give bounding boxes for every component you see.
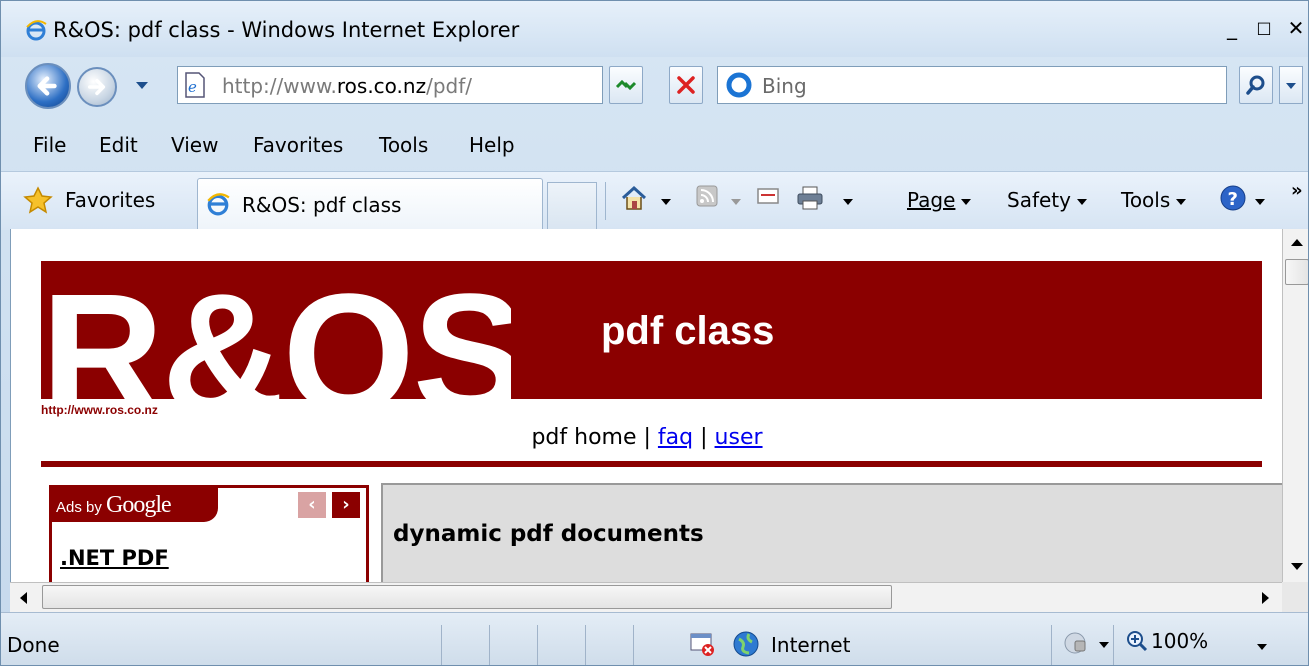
navigation-bar: e http://www.ros.co.nz/pdf/ bbox=[1, 57, 1308, 119]
close-button[interactable]: ✕ bbox=[1282, 14, 1308, 42]
home-dropdown[interactable] bbox=[655, 188, 671, 212]
stop-icon bbox=[677, 76, 695, 94]
print-dropdown[interactable] bbox=[837, 188, 853, 212]
help-dropdown[interactable] bbox=[1249, 188, 1265, 212]
ie-window: R&OS: pdf class - Windows Internet Explo… bbox=[0, 0, 1309, 666]
svg-text:e: e bbox=[188, 78, 197, 96]
logo-url-text: http://www.ros.co.nz bbox=[41, 403, 158, 417]
command-separator bbox=[605, 182, 606, 220]
site-subnav: pdf home | faq | user bbox=[531, 425, 763, 450]
search-input[interactable] bbox=[760, 70, 1204, 102]
main-heading: dynamic pdf documents bbox=[393, 521, 704, 547]
vertical-scrollbar[interactable] bbox=[1282, 229, 1308, 582]
subnav-faq-link[interactable]: faq bbox=[658, 425, 693, 450]
command-overflow-button[interactable]: » bbox=[1291, 180, 1303, 201]
horizontal-scrollbar[interactable] bbox=[10, 582, 1282, 613]
safety-menu-button[interactable]: Safety bbox=[1007, 188, 1087, 212]
scrollbar-corner bbox=[1282, 582, 1308, 612]
forward-button[interactable] bbox=[77, 67, 117, 107]
status-panel bbox=[441, 625, 487, 665]
zoom-icon[interactable] bbox=[1125, 629, 1149, 653]
ads-header: Ads by Google bbox=[52, 488, 218, 522]
vertical-scroll-thumb[interactable] bbox=[1285, 259, 1308, 285]
favorites-bar: Favorites R&OS: pdf class Page Safety To… bbox=[1, 171, 1308, 230]
zoom-level[interactable]: 100% bbox=[1151, 629, 1208, 653]
maximize-button[interactable]: □ bbox=[1250, 14, 1278, 42]
status-bar: Done Internet 100% bbox=[1, 612, 1308, 665]
search-box[interactable] bbox=[717, 66, 1227, 104]
stop-button[interactable] bbox=[669, 66, 703, 104]
feeds-dropdown[interactable] bbox=[725, 188, 741, 212]
new-tab-button[interactable] bbox=[547, 182, 597, 230]
refresh-button[interactable] bbox=[609, 66, 643, 104]
address-bar[interactable]: e http://www.ros.co.nz/pdf/ bbox=[177, 66, 767, 104]
print-icon[interactable] bbox=[795, 184, 825, 212]
page-viewport: R&OS http://www.ros.co.nz pdf class pdf … bbox=[10, 229, 1283, 582]
scroll-up-arrow[interactable] bbox=[1291, 239, 1303, 246]
scroll-down-arrow[interactable] bbox=[1291, 563, 1303, 570]
back-button[interactable] bbox=[25, 63, 71, 109]
search-options-dropdown[interactable] bbox=[1279, 66, 1303, 104]
ie-logo-icon bbox=[207, 193, 230, 216]
recent-pages-dropdown[interactable] bbox=[136, 82, 148, 89]
google-ads-box: Ads by Google ‹ › .NET PDF bbox=[49, 485, 369, 582]
menu-help[interactable]: Help bbox=[469, 133, 515, 157]
minimize-button[interactable]: _ bbox=[1218, 14, 1246, 42]
menu-favorites[interactable]: Favorites bbox=[253, 133, 343, 157]
status-panel bbox=[633, 625, 679, 665]
menu-view[interactable]: View bbox=[171, 133, 218, 157]
search-icon bbox=[1246, 75, 1265, 95]
menu-tools[interactable]: Tools bbox=[379, 133, 428, 157]
banner-divider bbox=[41, 461, 1262, 467]
feeds-icon[interactable] bbox=[695, 184, 719, 208]
ad-link-net-pdf[interactable]: .NET PDF bbox=[60, 546, 169, 570]
back-arrow-icon bbox=[37, 76, 57, 96]
menu-bar: File Edit View Favorites Tools Help bbox=[1, 119, 1308, 171]
read-mail-icon[interactable] bbox=[755, 184, 781, 208]
banner-title: pdf class bbox=[601, 309, 775, 353]
subnav-user-link[interactable]: user bbox=[715, 425, 763, 450]
home-icon[interactable] bbox=[619, 184, 649, 212]
window-title: R&OS: pdf class - Windows Internet Explo… bbox=[53, 18, 520, 42]
ads-prev-button[interactable]: ‹ bbox=[298, 492, 326, 518]
status-panel bbox=[585, 625, 631, 665]
status-separator bbox=[1113, 625, 1114, 665]
address-url: http://www.ros.co.nz/pdf/ bbox=[222, 74, 473, 98]
ads-next-button[interactable]: › bbox=[332, 492, 360, 518]
protected-mode-dropdown[interactable] bbox=[1093, 631, 1109, 655]
page-menu-button[interactable]: Page bbox=[907, 188, 972, 212]
status-panel bbox=[489, 625, 535, 665]
tab-ros-pdf-class[interactable]: R&OS: pdf class bbox=[197, 178, 543, 230]
status-text: Done bbox=[7, 633, 60, 657]
refresh-icon bbox=[615, 79, 637, 91]
protected-mode-icon[interactable] bbox=[1061, 629, 1091, 657]
help-icon[interactable]: ? bbox=[1219, 184, 1247, 212]
tab-label: R&OS: pdf class bbox=[242, 193, 402, 217]
favorites-button[interactable]: Favorites bbox=[65, 188, 155, 212]
bing-icon bbox=[726, 72, 752, 98]
tools-menu-button[interactable]: Tools bbox=[1121, 188, 1187, 212]
globe-icon bbox=[733, 631, 759, 657]
scroll-right-arrow[interactable] bbox=[1262, 592, 1269, 604]
forward-arrow-icon bbox=[88, 78, 106, 96]
menu-file[interactable]: File bbox=[33, 133, 66, 157]
ie-logo-icon bbox=[26, 20, 47, 41]
status-separator bbox=[1051, 625, 1052, 665]
page-icon: e bbox=[185, 72, 205, 98]
title-bar: R&OS: pdf class - Windows Internet Explo… bbox=[1, 1, 1308, 57]
horizontal-scroll-thumb[interactable] bbox=[42, 585, 892, 609]
search-button[interactable] bbox=[1239, 66, 1273, 104]
security-zone-text: Internet bbox=[771, 633, 851, 657]
favorites-star-icon[interactable] bbox=[23, 186, 53, 214]
subnav-home: pdf home bbox=[531, 425, 637, 450]
main-content-panel: dynamic pdf documents bbox=[381, 483, 1283, 582]
status-panel bbox=[537, 625, 583, 665]
popup-blocked-icon[interactable] bbox=[689, 631, 717, 657]
svg-text:?: ? bbox=[1228, 189, 1238, 210]
menu-edit[interactable]: Edit bbox=[99, 133, 138, 157]
zoom-dropdown[interactable] bbox=[1251, 633, 1267, 657]
scroll-left-arrow[interactable] bbox=[20, 592, 27, 604]
